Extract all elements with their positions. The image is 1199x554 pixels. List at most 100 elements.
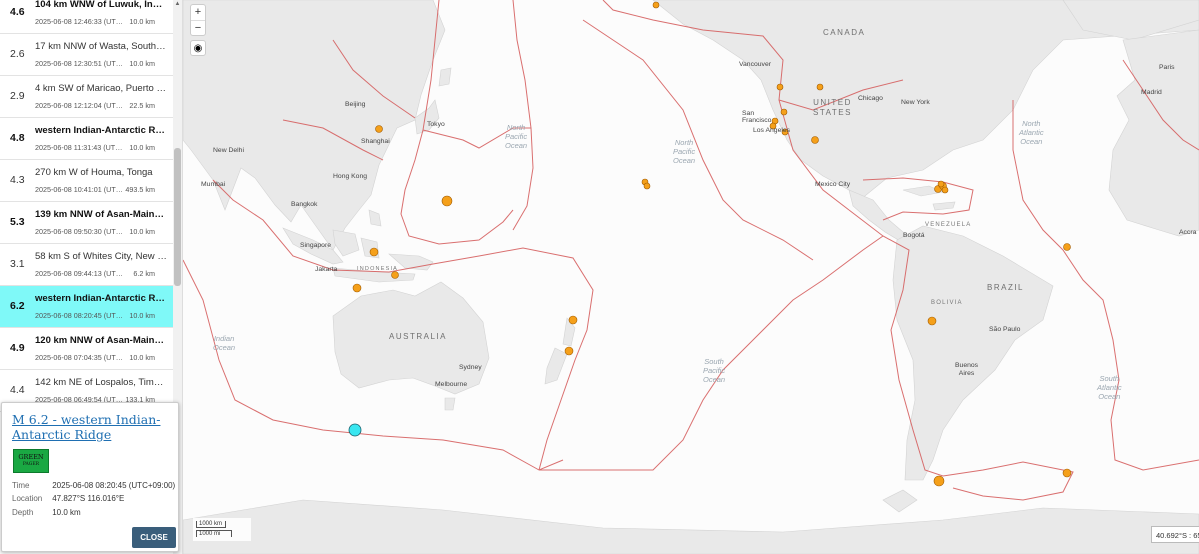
label-melbourne: Melbourne <box>435 381 468 388</box>
earthquake-marker[interactable] <box>564 346 574 356</box>
earthquake-marker[interactable] <box>441 195 453 207</box>
earthquake-marker[interactable] <box>927 316 937 326</box>
event-time: 2025-06-08 07:04:35 (UTC+09:00) <box>35 353 127 362</box>
label-new-york: New York <box>901 99 930 106</box>
earthquake-marker[interactable] <box>941 186 949 194</box>
label-indonesia: INDONESIA <box>357 266 399 272</box>
label-hong-kong: Hong Kong <box>333 173 368 180</box>
earthquake-marker[interactable] <box>369 247 379 257</box>
label-madrid: Madrid <box>1141 89 1162 96</box>
scale-mi: 1000 mi <box>196 530 232 537</box>
earthquake-marker[interactable] <box>352 283 362 293</box>
event-magnitude: 3.1 <box>10 258 25 270</box>
earthquake-marker[interactable] <box>391 271 399 279</box>
label-los-angeles: Los Angeles <box>753 127 791 134</box>
label-canada: CANADA <box>823 28 866 37</box>
earthquake-marker[interactable] <box>816 83 824 91</box>
zoom-in-button[interactable]: + <box>191 5 205 20</box>
popup-depth-value: 10.0 km <box>52 508 81 517</box>
label-beijing: Beijing <box>345 101 366 108</box>
label-mumbai: Mumbai <box>201 181 226 188</box>
label-australia: AUSTRALIA <box>389 332 447 341</box>
event-place: 4 km SW of Maricao, Puerto Rico <box>35 83 167 94</box>
label-north-atlantic: North Atlantic Ocean <box>1019 119 1044 146</box>
event-time: 2025-06-08 09:50:30 (UTC+09:00) <box>35 227 127 236</box>
pager-badge[interactable]: GREEN PAGER <box>13 449 49 473</box>
earthquake-list-item[interactable]: 4.9 120 km NNW of Asan-Maina Village, Gua… <box>0 328 173 370</box>
map[interactable]: CANADA UNITED STATES BRAZIL BOLIVIA VENE… <box>183 0 1199 554</box>
label-shanghai: Shanghai <box>361 138 390 145</box>
earthquake-list-item[interactable]: 2.6 17 km NNW of Wasta, South Dakota 2025-… <box>0 34 173 76</box>
label-singapore: Singapore <box>300 242 331 249</box>
event-place: 139 km NNW of Asan-Maina Village, Guam <box>35 209 167 220</box>
label-bolivia: BOLIVIA <box>931 300 963 306</box>
earthquake-marker[interactable] <box>652 1 660 9</box>
event-magnitude: 4.4 <box>10 384 25 396</box>
event-magnitude: 2.9 <box>10 90 25 102</box>
event-depth: 6.2 km <box>133 269 155 278</box>
event-magnitude: 4.8 <box>10 132 25 144</box>
popup-title-link[interactable]: M 6.2 - western Indian-Antarctic Ridge <box>12 412 172 442</box>
event-time: 2025-06-08 09:44:13 (UTC+09:00) <box>35 269 127 278</box>
earthquake-marker[interactable] <box>1062 468 1072 478</box>
popup-location-value: 47.827°S 116.016°E <box>52 494 125 503</box>
label-new-delhi: New Delhi <box>213 147 244 154</box>
event-depth: 10.0 km <box>129 353 155 362</box>
label-mexico-city: Mexico City <box>815 181 851 188</box>
earthquake-marker[interactable] <box>937 180 945 188</box>
land-layer <box>183 0 1199 554</box>
event-place: 142 km NE of Lospalos, Timor Leste <box>35 377 167 388</box>
earthquake-list-item[interactable]: 2.9 4 km SW of Maricao, Puerto Rico 2025-0… <box>0 76 173 118</box>
scrollbar-thumb[interactable] <box>174 148 181 286</box>
earthquake-marker[interactable] <box>811 136 819 144</box>
event-place: 58 km S of Whites City, New Mexico <box>35 251 167 262</box>
pager-level: GREEN <box>18 453 44 461</box>
event-depth: 493.5 km <box>125 185 155 194</box>
label-buenos-aires: Buenos Aires <box>955 362 979 377</box>
earthquake-marker[interactable] <box>375 125 383 133</box>
event-popup: M 6.2 - western Indian-Antarctic Ridge G… <box>1 402 179 552</box>
earthquake-marker[interactable] <box>1063 243 1071 251</box>
popup-location-row: Location 47.827°S 116.016°E <box>12 494 124 503</box>
event-time: 2025-06-08 12:12:04 (UTC+09:00) <box>35 101 127 110</box>
selected-earthquake-marker[interactable] <box>348 423 362 437</box>
earthquake-marker[interactable] <box>780 108 788 116</box>
close-button[interactable]: CLOSE <box>132 527 176 548</box>
event-depth: 10.0 km <box>129 311 155 320</box>
map-canvas[interactable] <box>183 0 1199 554</box>
popup-depth-row: Depth 10.0 km <box>12 508 81 517</box>
earthquake-list-item[interactable]: 4.3 270 km W of Houma, Tonga 2025-06-08 10… <box>0 160 173 202</box>
zoom-out-button[interactable]: − <box>191 20 205 35</box>
popup-time-value: 2025-06-08 08:20:45 (UTC+09:00) <box>52 481 176 490</box>
scale-bar: 1000 km 1000 mi <box>193 518 251 541</box>
event-depth: 10.0 km <box>129 17 155 26</box>
earthquake-list-item[interactable]: 6.2 western Indian-Antarctic Ridge 2025-06… <box>0 286 173 328</box>
earthquake-marker[interactable] <box>776 83 784 91</box>
earthquake-list-items: 4.6 104 km WNW of Luwuk, Indonesia 2025-06… <box>0 0 173 412</box>
label-sydney: Sydney <box>459 364 482 371</box>
label-paris: Paris <box>1159 64 1175 71</box>
event-place: western Indian-Antarctic Ridge <box>35 293 167 304</box>
earthquake-list-item[interactable]: 4.8 western Indian-Antarctic Ridge 2025-06… <box>0 118 173 160</box>
globe-icon[interactable]: ◉ <box>190 40 206 56</box>
event-magnitude: 6.2 <box>10 300 25 312</box>
earthquake-marker[interactable] <box>643 182 651 190</box>
label-chicago: Chicago <box>858 95 883 102</box>
label-san-francisco: San Francisco <box>742 110 772 124</box>
event-time: 2025-06-08 11:31:43 (UTC+09:00) <box>35 143 127 152</box>
label-jakarta: Jakarta <box>315 266 338 273</box>
earthquake-list-item[interactable]: 4.6 104 km WNW of Luwuk, Indonesia 2025-06… <box>0 0 173 34</box>
label-tokyo: Tokyo <box>427 121 445 128</box>
event-depth: 10.0 km <box>129 143 155 152</box>
event-time: 2025-06-08 12:46:33 (UTC+09:00) <box>35 17 127 26</box>
earthquake-marker[interactable] <box>568 315 578 325</box>
earthquake-list-item[interactable]: 3.1 58 km S of Whites City, New Mexico 202… <box>0 244 173 286</box>
earthquake-marker[interactable] <box>933 475 945 487</box>
event-time: 2025-06-08 08:20:45 (UTC+09:00) <box>35 311 127 320</box>
earthquake-list-item[interactable]: 5.3 139 km NNW of Asan-Maina Village, Gua… <box>0 202 173 244</box>
event-place: 270 km W of Houma, Tonga <box>35 167 153 178</box>
scroll-up-icon[interactable]: ▲ <box>173 0 182 9</box>
event-time: 2025-06-08 12:30:51 (UTC+09:00) <box>35 59 127 68</box>
event-depth: 22.5 km <box>129 101 155 110</box>
event-place: western Indian-Antarctic Ridge <box>35 125 167 136</box>
